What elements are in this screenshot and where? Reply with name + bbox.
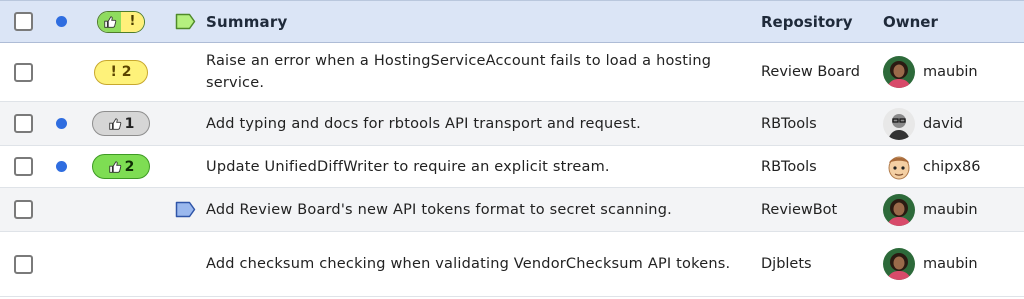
blue-flag-icon [175,201,196,218]
select-all-checkbox[interactable] [13,12,33,31]
summary-link[interactable]: Raise an error when a HostingServiceAcco… [206,50,761,94]
repository-name: ReviewBot [761,201,838,218]
woman-avatar[interactable] [883,248,915,280]
row-checkbox[interactable] [13,114,33,133]
green-flag-icon [175,13,196,30]
table-row[interactable]: Add checksum checking when validating Ve… [0,232,1024,297]
row-checkbox[interactable] [13,254,33,274]
new-updates-dot-icon [55,161,67,172]
repository-name: RBTools [761,115,817,132]
ship-it-count: 1 [124,115,135,132]
ship-it-count: 2 [124,158,135,175]
repository-name: Djblets [761,256,812,272]
new-updates-dot-icon [55,16,67,27]
issue-mark: ! [121,11,144,32]
new-updates-dot-icon [55,118,67,129]
ship-it-header-icon: ! [97,10,145,33]
thumbs-up-icon [108,117,121,130]
table-row[interactable]: 2 Update UnifiedDiffWriter to require an… [0,146,1024,188]
owner-name[interactable]: chipx86 [923,159,980,175]
summary-link[interactable]: Update UnifiedDiffWriter to require an e… [206,156,761,178]
thumbs-up-icon [108,160,121,173]
row-checkbox[interactable] [13,157,33,176]
ship-it-badge: 1 [92,111,150,136]
summary-link[interactable]: Add checksum checking when validating Ve… [206,253,761,275]
owner-name[interactable]: maubin [923,64,978,80]
row-checkbox[interactable] [13,200,33,219]
table-header: ! Summary Repository Owner [0,1,1024,43]
repository-name: Review Board [761,64,860,80]
review-request-table: ! Summary Repository Owner ! 2 Raise an … [0,0,1024,297]
summary-link[interactable]: Add Review Board's new API tokens format… [206,199,761,221]
ship-it-column-header[interactable]: ! [76,10,166,33]
cartoon-avatar[interactable] [883,150,915,183]
woman-avatar[interactable] [883,193,915,226]
summary-column-header[interactable]: Summary [206,11,761,33]
owner-column-header[interactable]: Owner [883,13,1024,31]
repository-name: RBTools [761,158,817,175]
table-row[interactable]: ! 2 Raise an error when a HostingService… [0,43,1024,102]
repository-column-header[interactable]: Repository [761,13,883,31]
open-issues-badge: ! 2 [94,59,148,85]
table-row[interactable]: Add Review Board's new API tokens format… [0,188,1024,232]
woman-avatar[interactable] [883,56,915,88]
thumbs-up-icon [103,15,116,28]
summary-link[interactable]: Add typing and docs for rbtools API tran… [206,113,761,135]
new-updates-column-header[interactable] [46,16,76,27]
owner-name[interactable]: maubin [923,256,978,272]
owner-name[interactable]: maubin [923,202,978,218]
select-all-cell[interactable] [0,12,46,31]
table-row[interactable]: 1 Add typing and docs for rbtools API tr… [0,102,1024,146]
owner-name[interactable]: david [923,116,963,132]
ship-it-badge: 2 [92,154,150,179]
man-glasses-avatar[interactable] [883,107,915,140]
row-checkbox[interactable] [13,62,33,82]
draft-column-header[interactable] [166,13,206,30]
